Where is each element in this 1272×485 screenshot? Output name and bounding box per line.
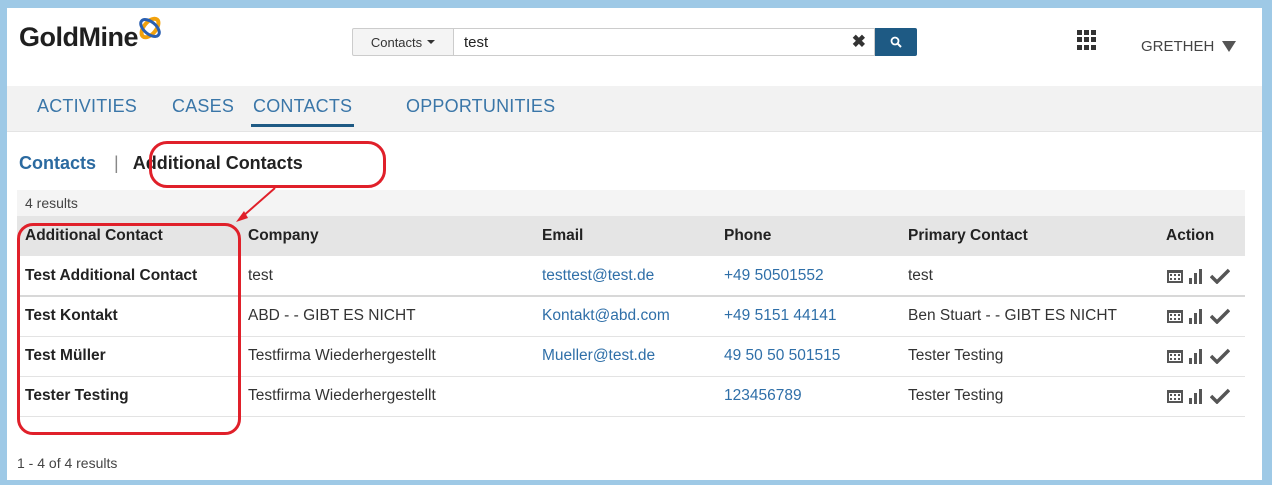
search-bar: Contacts test ✖ bbox=[352, 28, 917, 56]
phone-link[interactable]: +49 5151 44141 bbox=[716, 296, 900, 337]
company: Testfirma Wiederhergestellt bbox=[240, 336, 534, 377]
row-actions bbox=[1158, 296, 1245, 337]
check-icon[interactable] bbox=[1210, 348, 1230, 364]
user-menu[interactable]: GRETHEH bbox=[1141, 38, 1237, 55]
callout-highlight-column bbox=[17, 223, 241, 435]
calendar-icon[interactable] bbox=[1166, 348, 1184, 364]
row-actions bbox=[1158, 256, 1245, 297]
row-actions bbox=[1158, 376, 1245, 417]
bar-chart-icon[interactable] bbox=[1188, 388, 1206, 404]
primary-contact: Tester Testing bbox=[900, 376, 1158, 417]
search-icon bbox=[890, 36, 902, 48]
row-actions bbox=[1158, 336, 1245, 377]
calendar-icon[interactable] bbox=[1166, 268, 1184, 284]
check-icon[interactable] bbox=[1210, 268, 1230, 284]
email-link[interactable] bbox=[534, 376, 716, 417]
bar-chart-icon[interactable] bbox=[1188, 308, 1206, 325]
pagination-summary: 1 - 4 of 4 results bbox=[17, 455, 118, 471]
email-link[interactable]: Mueller@test.de bbox=[534, 336, 716, 377]
triangle-down-icon bbox=[1222, 41, 1237, 52]
search-button[interactable] bbox=[875, 28, 917, 56]
search-input[interactable]: test ✖ bbox=[454, 28, 875, 56]
column-header-phone[interactable]: Phone bbox=[716, 216, 900, 256]
clear-icon[interactable]: ✖ bbox=[852, 32, 866, 52]
company: test bbox=[240, 256, 534, 297]
primary-contact: test bbox=[900, 256, 1158, 297]
calendar-icon[interactable] bbox=[1166, 388, 1184, 404]
email-link[interactable]: Kontakt@abd.com bbox=[534, 296, 716, 337]
email-link[interactable]: testtest@test.de bbox=[534, 256, 716, 297]
search-input-value: test bbox=[464, 33, 489, 51]
chevron-down-icon bbox=[427, 40, 436, 44]
calendar-icon[interactable] bbox=[1166, 308, 1184, 324]
app-window: GoldMine Contacts test ✖ GRETHEH ACTIVIT… bbox=[7, 8, 1262, 480]
primary-contact: Tester Testing bbox=[900, 336, 1158, 377]
company: ABD - - GIBT ES NICHT bbox=[240, 296, 534, 337]
tab-opportunities[interactable]: OPPORTUNITIES bbox=[406, 96, 555, 117]
phone-link[interactable]: 123456789 bbox=[716, 376, 900, 417]
check-icon[interactable] bbox=[1210, 388, 1230, 404]
column-header-action: Action bbox=[1166, 227, 1215, 244]
bar-chart-icon[interactable] bbox=[1188, 348, 1206, 364]
primary-contact: Ben Stuart - - GIBT ES NICHT bbox=[900, 296, 1158, 337]
callout-arrow-icon bbox=[236, 187, 276, 222]
phone-link[interactable]: +49 50501552 bbox=[716, 256, 900, 297]
check-icon[interactable] bbox=[1210, 308, 1230, 325]
phone-link[interactable]: 49 50 50 501515 bbox=[716, 336, 900, 377]
column-header-email[interactable]: Email bbox=[534, 216, 716, 256]
company: Testfirma Wiederhergestellt bbox=[240, 376, 534, 417]
user-name: GRETHEH bbox=[1141, 38, 1215, 55]
bar-chart-icon[interactable] bbox=[1188, 268, 1206, 284]
apps-grid-icon[interactable] bbox=[1077, 30, 1097, 50]
column-header-primary-contact[interactable]: Primary Contact bbox=[900, 216, 1158, 256]
